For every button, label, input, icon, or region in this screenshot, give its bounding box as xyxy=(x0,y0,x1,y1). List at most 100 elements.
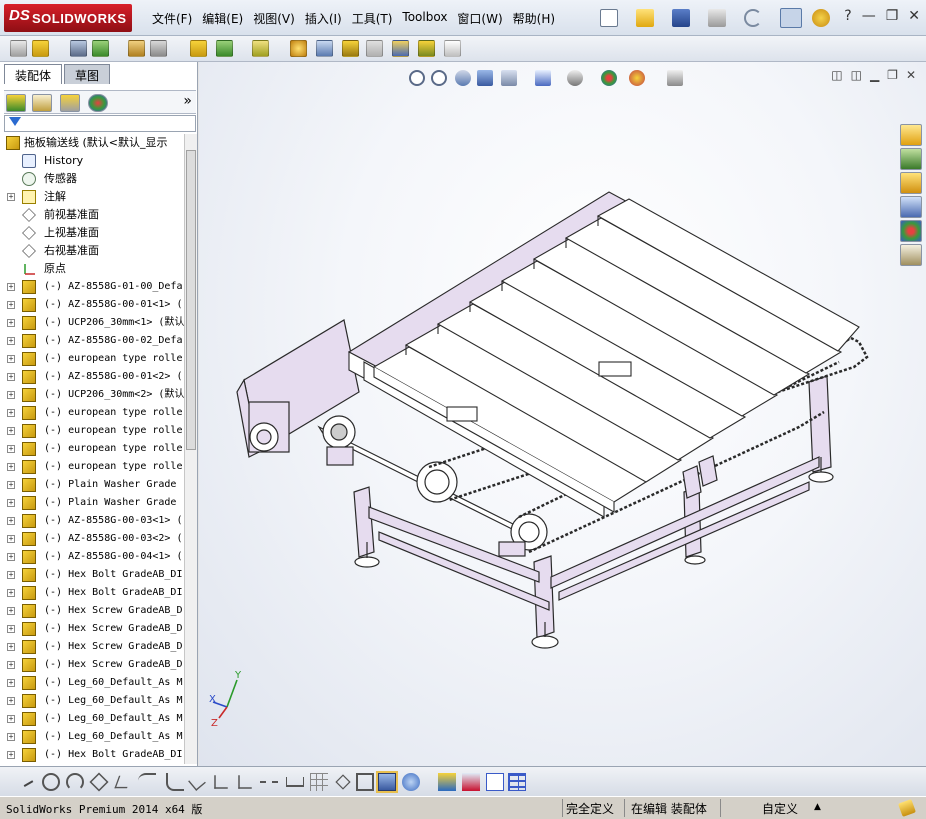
wireframe-box-icon[interactable] xyxy=(356,773,374,791)
display-manager-icon[interactable] xyxy=(88,94,108,112)
expand-toggle-icon[interactable]: + xyxy=(7,679,15,687)
rotate-view-icon[interactable] xyxy=(462,773,480,791)
tree-item[interactable]: + (-) Leg_60_Default_As M xyxy=(4,692,184,710)
expand-toggle-icon[interactable]: + xyxy=(7,643,15,651)
tree-item[interactable]: + (-) UCP206_30mm<2> (默认 xyxy=(4,386,184,404)
graphics-viewport[interactable]: ◫ ◫ ▁ ❐ ✕ Y X Z xyxy=(199,62,926,766)
expand-toggle-icon[interactable]: + xyxy=(7,553,15,561)
help-icon[interactable]: ? xyxy=(844,8,851,24)
shaded-box-icon[interactable] xyxy=(378,773,396,791)
tree-item[interactable]: + (-) Leg_60_Default_As M xyxy=(4,710,184,728)
tree-item[interactable]: + (-) Hex Screw GradeAB_D xyxy=(4,620,184,638)
expand-toggle-icon[interactable]: + xyxy=(7,319,15,327)
tree-item[interactable]: + (-) AZ-8558G-00-03<2> ( xyxy=(4,530,184,548)
feature-manager-tree-icon[interactable] xyxy=(6,94,26,112)
tree-item[interactable]: + (-) Hex Bolt GradeAB_DI xyxy=(4,566,184,584)
menu-insert[interactable]: 插入(I) xyxy=(300,10,347,27)
tree-item[interactable]: 传感器 xyxy=(4,170,184,188)
expand-toggle-icon[interactable]: + xyxy=(7,409,15,417)
tree-item[interactable]: + 注解 xyxy=(4,188,184,206)
tree-item[interactable]: + (-) Leg_60_Default_As M xyxy=(4,674,184,692)
show-hidden-icon[interactable] xyxy=(190,40,207,57)
print-icon[interactable] xyxy=(708,9,726,27)
expand-toggle-icon[interactable]: + xyxy=(7,283,15,291)
tree-root-assembly[interactable]: 拖板输送线 (默认<默认_显示 xyxy=(4,134,184,152)
offset-entities-icon[interactable] xyxy=(188,773,206,791)
tree-item[interactable]: + (-) UCP206_30mm<1> (默认 xyxy=(4,314,184,332)
tree-item[interactable]: + (-) Hex Bolt GradeAB_DI xyxy=(4,746,184,764)
expand-toggle-icon[interactable]: + xyxy=(7,571,15,579)
tree-item[interactable]: + (-) Plain Washer Grade xyxy=(4,494,184,512)
grid-icon[interactable] xyxy=(310,773,328,791)
expand-toggle-icon[interactable]: + xyxy=(7,751,15,759)
tree-item[interactable]: 上视基准面 xyxy=(4,224,184,242)
tab-assembly[interactable]: 装配体 xyxy=(4,64,63,84)
tree-item[interactable]: 前视基准面 xyxy=(4,206,184,224)
menu-help[interactable]: 帮助(H) xyxy=(508,10,560,27)
mirror-entities-icon[interactable] xyxy=(238,775,252,789)
expand-toggle-icon[interactable]: + xyxy=(7,463,15,471)
menu-toolbox[interactable]: Toolbox xyxy=(397,10,452,27)
polygon-icon[interactable] xyxy=(89,772,109,792)
tree-item[interactable]: History xyxy=(4,152,184,170)
circle-icon[interactable] xyxy=(42,773,60,791)
bill-of-materials-icon[interactable] xyxy=(316,40,333,57)
linear-pattern-icon[interactable] xyxy=(92,40,109,57)
line-icon[interactable] xyxy=(20,775,34,787)
expand-toggle-icon[interactable]: + xyxy=(7,499,15,507)
scrollbar-thumb[interactable] xyxy=(186,150,196,450)
undo-icon[interactable] xyxy=(744,9,762,27)
tree-item[interactable]: + (-) european type rolle xyxy=(4,350,184,368)
display-mode-icon[interactable] xyxy=(402,773,420,791)
menu-view[interactable]: 视图(V) xyxy=(248,10,300,27)
tree-item[interactable]: + (-) european type rolle xyxy=(4,440,184,458)
expand-toggle-icon[interactable]: + xyxy=(7,535,15,543)
tree-item[interactable]: + (-) Hex Screw GradeAB_D xyxy=(4,656,184,674)
expand-toggle-icon[interactable]: + xyxy=(7,301,15,309)
move-component-icon[interactable] xyxy=(150,40,167,57)
property-manager-icon[interactable] xyxy=(32,94,52,112)
table-view-icon[interactable] xyxy=(508,773,526,791)
rebuild-status-icon[interactable] xyxy=(898,799,916,817)
expand-toggle-icon[interactable]: + xyxy=(7,481,15,489)
expand-toggle-icon[interactable]: + xyxy=(7,391,15,399)
menu-window[interactable]: 窗口(W) xyxy=(452,10,507,27)
explode-line-sketch-icon[interactable] xyxy=(366,40,383,57)
restore-button[interactable]: ❐ xyxy=(886,8,899,24)
expand-toggle-icon[interactable]: + xyxy=(7,661,15,669)
hide-show-icon[interactable] xyxy=(438,773,456,791)
tree-item[interactable]: 右视基准面 xyxy=(4,242,184,260)
expand-toggle-icon[interactable]: + xyxy=(7,427,15,435)
filter-icon[interactable] xyxy=(9,117,21,126)
new-motion-study-icon[interactable] xyxy=(290,40,307,57)
menu-edit[interactable]: 编辑(E) xyxy=(197,10,248,27)
smart-fasteners-icon[interactable] xyxy=(128,40,145,57)
tree-item[interactable]: + (-) AZ-8558G-00-01<2> ( xyxy=(4,368,184,386)
expand-toggle-icon[interactable]: + xyxy=(7,715,15,723)
expand-arrows-icon[interactable]: » xyxy=(183,93,192,109)
status-units[interactable]: 自定义 xyxy=(762,800,798,817)
expand-toggle-icon[interactable]: + xyxy=(7,697,15,705)
expand-toggle-icon[interactable]: + xyxy=(7,193,15,201)
tree-item[interactable]: + (-) Leg_60_Default_As M xyxy=(4,728,184,746)
exploded-view-icon[interactable] xyxy=(342,40,359,57)
tree-item[interactable]: + (-) european type rolle xyxy=(4,422,184,440)
expand-toggle-icon[interactable]: + xyxy=(7,733,15,741)
expand-toggle-icon[interactable]: + xyxy=(7,607,15,615)
expand-toggle-icon[interactable]: + xyxy=(7,355,15,363)
tree-item[interactable]: + (-) AZ-8558G-00-01<1> ( xyxy=(4,296,184,314)
open-folder-icon[interactable] xyxy=(636,9,654,27)
conveyor-model-render[interactable]: Y X Z xyxy=(199,62,926,766)
menu-file[interactable]: 文件(F) xyxy=(148,10,197,27)
new-document-icon[interactable] xyxy=(600,9,618,27)
select-pointer-icon[interactable] xyxy=(780,8,802,28)
sketch-fillet-icon[interactable] xyxy=(166,773,184,791)
new-part-icon[interactable] xyxy=(32,40,49,57)
minimize-button[interactable]: — xyxy=(862,8,876,24)
trim-icon[interactable] xyxy=(114,775,132,789)
solidworks-logo[interactable]: DS SOLIDWORKS xyxy=(4,4,132,32)
clearance-verification-icon[interactable] xyxy=(418,40,435,57)
expand-toggle-icon[interactable]: + xyxy=(7,625,15,633)
save-icon[interactable] xyxy=(672,9,690,27)
tree-item[interactable]: + (-) european type rolle xyxy=(4,404,184,422)
